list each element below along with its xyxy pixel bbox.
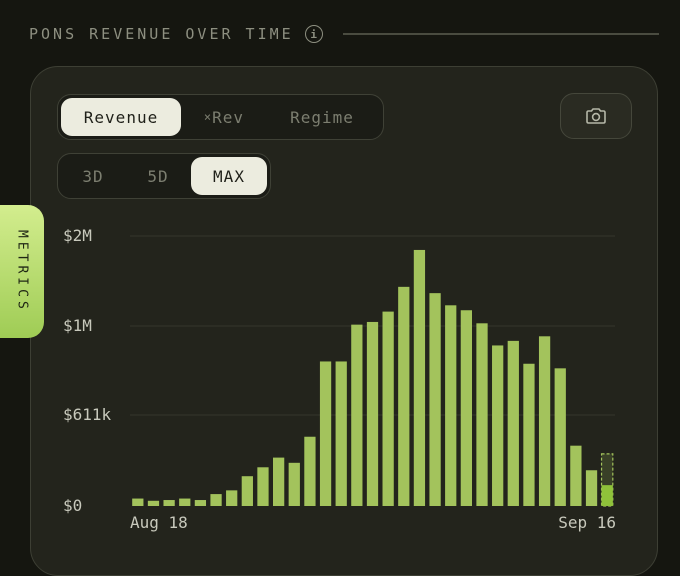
chart-bar[interactable]	[179, 498, 191, 506]
chart-bar[interactable]	[335, 361, 347, 506]
y-tick-label: $0	[63, 496, 83, 515]
chart-bar[interactable]	[476, 323, 488, 506]
chart-bar-current[interactable]	[601, 485, 613, 506]
x-tick-label: Aug 18	[130, 513, 188, 532]
chart-bar[interactable]	[570, 445, 582, 506]
chart-bar[interactable]	[585, 470, 598, 506]
chart-bar[interactable]	[507, 340, 519, 506]
y-tick-label: $611k	[63, 405, 112, 424]
chart-bar[interactable]	[226, 490, 238, 506]
chart-bar[interactable]	[132, 498, 144, 506]
chart-bar[interactable]	[288, 462, 300, 506]
chart-bar[interactable]	[554, 368, 566, 506]
chart-bar[interactable]	[210, 494, 222, 506]
chart-bar[interactable]	[273, 457, 285, 506]
chart-bar[interactable]	[304, 436, 316, 506]
y-tick-label: $1M	[63, 316, 92, 335]
chart-bar[interactable]	[398, 286, 410, 506]
revenue-bar-chart	[130, 235, 615, 507]
chart-bar[interactable]	[163, 500, 175, 506]
chart-bar[interactable]	[241, 476, 253, 506]
chart-bar[interactable]	[382, 311, 394, 506]
chart-bar[interactable]	[538, 336, 551, 506]
y-tick-label: $2M	[63, 226, 92, 245]
chart-bar[interactable]	[319, 361, 332, 506]
chart-bar[interactable]	[351, 324, 363, 506]
chart-bar[interactable]	[147, 500, 160, 506]
chart-bar[interactable]	[460, 310, 472, 506]
chart-bar[interactable]	[523, 363, 535, 506]
chart-bar[interactable]	[445, 305, 457, 506]
chart-bar[interactable]	[492, 345, 504, 506]
chart-bar[interactable]	[257, 467, 269, 506]
chart-bar[interactable]	[194, 500, 207, 506]
chart-bar[interactable]	[366, 321, 379, 506]
x-tick-label: Sep 16	[558, 513, 616, 532]
chart-bar[interactable]	[429, 293, 441, 506]
chart-bar[interactable]	[413, 249, 426, 506]
